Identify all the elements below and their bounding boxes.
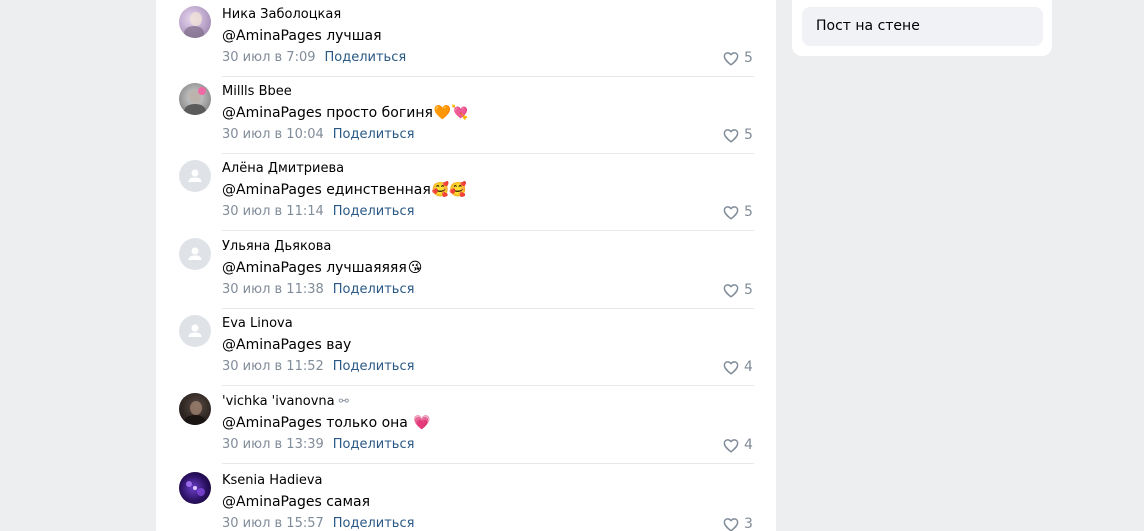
comment-date[interactable]: 30 июл в 11:14 <box>222 204 324 219</box>
like-button[interactable]: 4 <box>723 436 753 454</box>
emoji: 🧡💘 <box>433 105 469 121</box>
comment-meta: 30 июл в 13:39 Поделиться <box>222 436 414 454</box>
comment-item: 'vichka 'ivanovna ⚯ @AminaPages только о… <box>156 387 776 464</box>
share-link[interactable]: Поделиться <box>333 282 415 297</box>
avatar[interactable] <box>179 472 211 504</box>
avatar-photo-icon <box>184 87 206 115</box>
comment-text: @AminaPages только она 💗 <box>222 415 431 431</box>
avatar[interactable] <box>179 315 211 347</box>
verified-icon: ⚯ <box>338 394 349 408</box>
comment-item: Алёна Дмитриева @AminaPages единственная… <box>156 154 776 231</box>
comment-text: @AminaPages лучшая <box>222 28 382 44</box>
like-button[interactable]: 5 <box>723 49 753 67</box>
comment-meta: 30 июл в 11:38 Поделиться <box>222 281 414 299</box>
avatar[interactable] <box>179 83 211 115</box>
comment-text: @AminaPages самая <box>222 494 371 510</box>
share-link[interactable]: Поделиться <box>333 516 415 531</box>
heart-icon <box>723 128 739 143</box>
like-button[interactable]: 5 <box>723 126 753 144</box>
avatar[interactable] <box>179 238 211 270</box>
share-link[interactable]: Поделиться <box>333 204 415 219</box>
comment-author[interactable]: Millls Bbee <box>222 83 292 100</box>
comment-item: Ksenia Hadieva @AminaPages самая 30 июл … <box>156 466 776 531</box>
comment-date[interactable]: 30 июл в 13:39 <box>222 437 324 452</box>
comment-text: @AminaPages единственная🥰🥰 <box>222 182 467 198</box>
avatar-photo-icon <box>184 12 204 38</box>
emoji: 💗 <box>413 415 431 431</box>
user-placeholder-icon <box>188 324 202 337</box>
like-count: 4 <box>744 359 753 375</box>
comment-date[interactable]: 30 июл в 11:52 <box>222 359 324 374</box>
heart-icon <box>723 51 739 66</box>
share-link[interactable]: Поделиться <box>325 50 407 65</box>
like-count: 5 <box>744 204 753 220</box>
comment-author[interactable]: Ника Заболоцкая <box>222 6 341 23</box>
comment-meta: 30 июл в 7:09 Поделиться <box>222 49 406 67</box>
like-count: 3 <box>744 516 753 531</box>
comment-meta: 30 июл в 15:57 Поделиться <box>222 515 414 531</box>
like-button[interactable]: 3 <box>723 515 753 531</box>
comment-author[interactable]: Ульяна Дьякова <box>222 238 331 255</box>
like-count: 4 <box>744 437 753 453</box>
comment-item: Ника Заболоцкая @AminaPages лучшая 30 ию… <box>156 0 776 77</box>
comment-text: @AminaPages вау <box>222 337 352 353</box>
comment-item: Ульяна Дьякова @AminaPages лучшаяяяя😘 30… <box>156 232 776 309</box>
comment-text: @AminaPages лучшаяяяя😘 <box>222 260 423 276</box>
emoji: 😘 <box>407 260 423 276</box>
like-count: 5 <box>744 127 753 143</box>
user-placeholder-icon <box>188 247 202 260</box>
heart-icon <box>723 283 739 298</box>
comment-text: @AminaPages просто богиня🧡💘 <box>222 105 469 121</box>
wall-post-link[interactable]: Пост на стене <box>802 7 1043 46</box>
heart-icon <box>723 517 739 531</box>
heart-icon <box>723 438 739 453</box>
user-placeholder-icon <box>188 169 202 182</box>
like-button[interactable]: 5 <box>723 281 753 299</box>
comment-author[interactable]: 'vichka 'ivanovna ⚯ <box>222 393 349 410</box>
post-nav-card: Пост на стене <box>792 0 1052 56</box>
comment-meta: 30 июл в 11:14 Поделиться <box>222 203 414 221</box>
emoji: 🥰🥰 <box>431 182 467 198</box>
avatar[interactable] <box>179 160 211 192</box>
like-count: 5 <box>744 50 753 66</box>
comment-author[interactable]: Алёна Дмитриева <box>222 160 344 177</box>
comment-author[interactable]: Eva Linova <box>222 315 293 332</box>
avatar-photo-icon <box>184 401 206 425</box>
divider <box>222 463 754 464</box>
comment-item: Eva Linova @AminaPages вау 30 июл в 11:5… <box>156 309 776 386</box>
comment-date[interactable]: 30 июл в 7:09 <box>222 50 316 65</box>
divider <box>222 385 754 386</box>
avatar-photo-icon <box>186 481 205 496</box>
comment-meta: 30 июл в 10:04 Поделиться <box>222 126 414 144</box>
avatar[interactable] <box>179 6 211 38</box>
heart-icon <box>723 360 739 375</box>
share-link[interactable]: Поделиться <box>333 127 415 142</box>
page: Ника Заболоцкая @AminaPages лучшая 30 ию… <box>0 0 1144 531</box>
comment-date[interactable]: 30 июл в 11:38 <box>222 282 324 297</box>
comment-author[interactable]: Ksenia Hadieva <box>222 472 323 489</box>
comment-meta: 30 июл в 11:52 Поделиться <box>222 358 414 376</box>
heart-icon <box>723 205 739 220</box>
divider <box>222 230 754 231</box>
like-count: 5 <box>744 282 753 298</box>
comment-item: Millls Bbee @AminaPages просто богиня🧡💘 … <box>156 77 776 154</box>
avatar[interactable] <box>179 393 211 425</box>
share-link[interactable]: Поделиться <box>333 359 415 374</box>
comments-list: Ника Заболоцкая @AminaPages лучшая 30 ию… <box>156 0 776 531</box>
comment-date[interactable]: 30 июл в 10:04 <box>222 127 324 142</box>
like-button[interactable]: 5 <box>723 203 753 221</box>
share-link[interactable]: Поделиться <box>333 437 415 452</box>
like-button[interactable]: 4 <box>723 358 753 376</box>
comment-date[interactable]: 30 июл в 15:57 <box>222 516 324 531</box>
